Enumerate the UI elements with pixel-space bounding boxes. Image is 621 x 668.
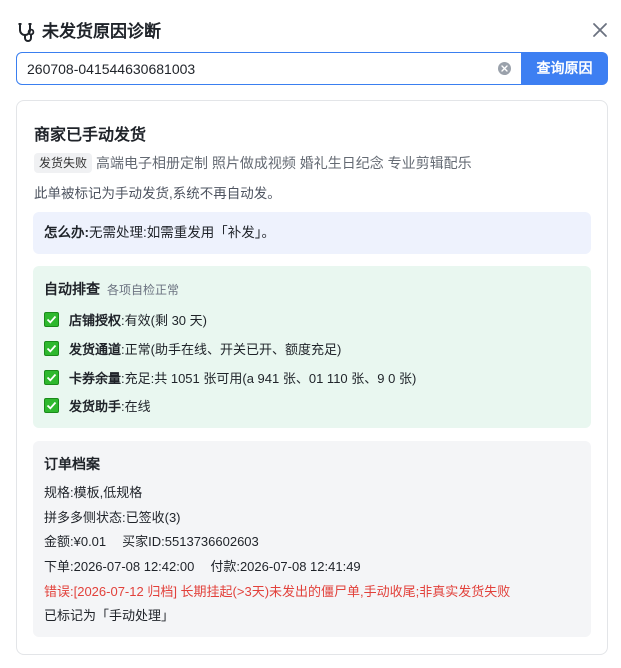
check-key: 店铺授权 <box>69 312 122 328</box>
dialog-header: 未发货原因诊断 <box>16 18 612 48</box>
check-value: :有效(剩 30 天) <box>121 312 207 328</box>
order-number-input[interactable] <box>27 53 497 84</box>
result-title: 商家已手动发货 <box>34 127 147 144</box>
search-bar: 查询原因 <box>16 52 608 85</box>
check-value: :在线 <box>121 398 151 414</box>
archive-error: 错误:[2026-07-12 归档] 长期挂起(>3天)未发出的僵尸单,手动收尾… <box>44 584 511 599</box>
check-key: 卡券余量 <box>69 370 122 386</box>
archive-title: 订单档案 <box>44 456 100 472</box>
archive-amount: 金额:¥0.01 <box>44 534 107 549</box>
archive-marked: 已标记为「手动处理」 <box>44 608 175 623</box>
check-value: :充足:共 1051 张可用(a 941 张、01 110 张、9 0 张) <box>121 370 417 386</box>
check-item-store-auth: 店铺授权:有效(剩 30 天) <box>44 309 207 329</box>
product-name: 高端电子相册定制 照片做成视频 婚礼生日纪念 专业剪辑配乐 <box>96 155 472 171</box>
archive-pdd-status: 拼多多侧状态:已签收(3) <box>44 510 181 525</box>
check-item-delivery-assistant: 发货助手:在线 <box>44 395 151 415</box>
checkmark-icon <box>44 340 59 356</box>
archive-order-time: 下单:2026-07-08 12:42:00 <box>44 559 195 574</box>
todo-box: 怎么办:无需处理:如需重发用「补发」。 <box>33 212 591 254</box>
checkmark-icon <box>44 369 59 385</box>
checkmark-icon <box>44 311 59 327</box>
order-archive-panel: 订单档案 规格:模板,低规格 拼多多侧状态:已签收(3) 金额:¥0.01 买家I… <box>33 441 591 637</box>
clear-icon[interactable] <box>498 62 511 75</box>
check-value: :正常(助手在线、开关已开、额度充足) <box>121 341 342 357</box>
todo-text: 无需处理:如需重发用「补发」。 <box>89 225 276 240</box>
result-description: 此单被标记为手动发货,系统不再自动发。 <box>34 186 281 201</box>
checkmark-icon <box>44 397 59 413</box>
diagnosis-card: 商家已手动发货 发货失败 高端电子相册定制 照片做成视频 婚礼生日纪念 专业剪辑… <box>16 100 608 655</box>
auto-check-title: 自动排查 <box>44 281 100 297</box>
auto-check-subtitle: 各项自检正常 <box>107 283 180 297</box>
query-button[interactable]: 查询原因 <box>521 52 608 85</box>
archive-pay-time: 付款:2026-07-08 12:41:49 <box>210 559 361 574</box>
auto-check-panel: 自动排查 各项自检正常 店铺授权:有效(剩 30 天) 发货通道:正常(助手在线… <box>33 266 591 428</box>
stethoscope-icon <box>16 21 38 43</box>
check-item-delivery-channel: 发货通道:正常(助手在线、开关已开、额度充足) <box>44 338 341 358</box>
search-field <box>16 52 522 85</box>
order-summary-row: 发货失败 高端电子相册定制 照片做成视频 婚礼生日纪念 专业剪辑配乐 <box>34 152 472 174</box>
status-badge: 发货失败 <box>34 153 93 173</box>
check-key: 发货通道 <box>69 341 122 357</box>
close-icon[interactable] <box>588 18 612 42</box>
archive-spec: 规格:模板,低规格 <box>44 485 143 500</box>
archive-buyer-id: 买家ID:5513736602603 <box>122 534 259 549</box>
todo-label: 怎么办: <box>44 225 89 240</box>
check-key: 发货助手 <box>69 398 122 414</box>
archive-time-line: 下单:2026-07-08 12:42:00 付款:2026-07-08 12:4… <box>44 556 361 575</box>
dialog-title: 未发货原因诊断 <box>42 22 161 41</box>
archive-amount-line: 金额:¥0.01 买家ID:5513736602603 <box>44 531 259 550</box>
check-item-coupon-stock: 卡券余量:充足:共 1051 张可用(a 941 张、01 110 张、9 0 … <box>44 367 416 387</box>
